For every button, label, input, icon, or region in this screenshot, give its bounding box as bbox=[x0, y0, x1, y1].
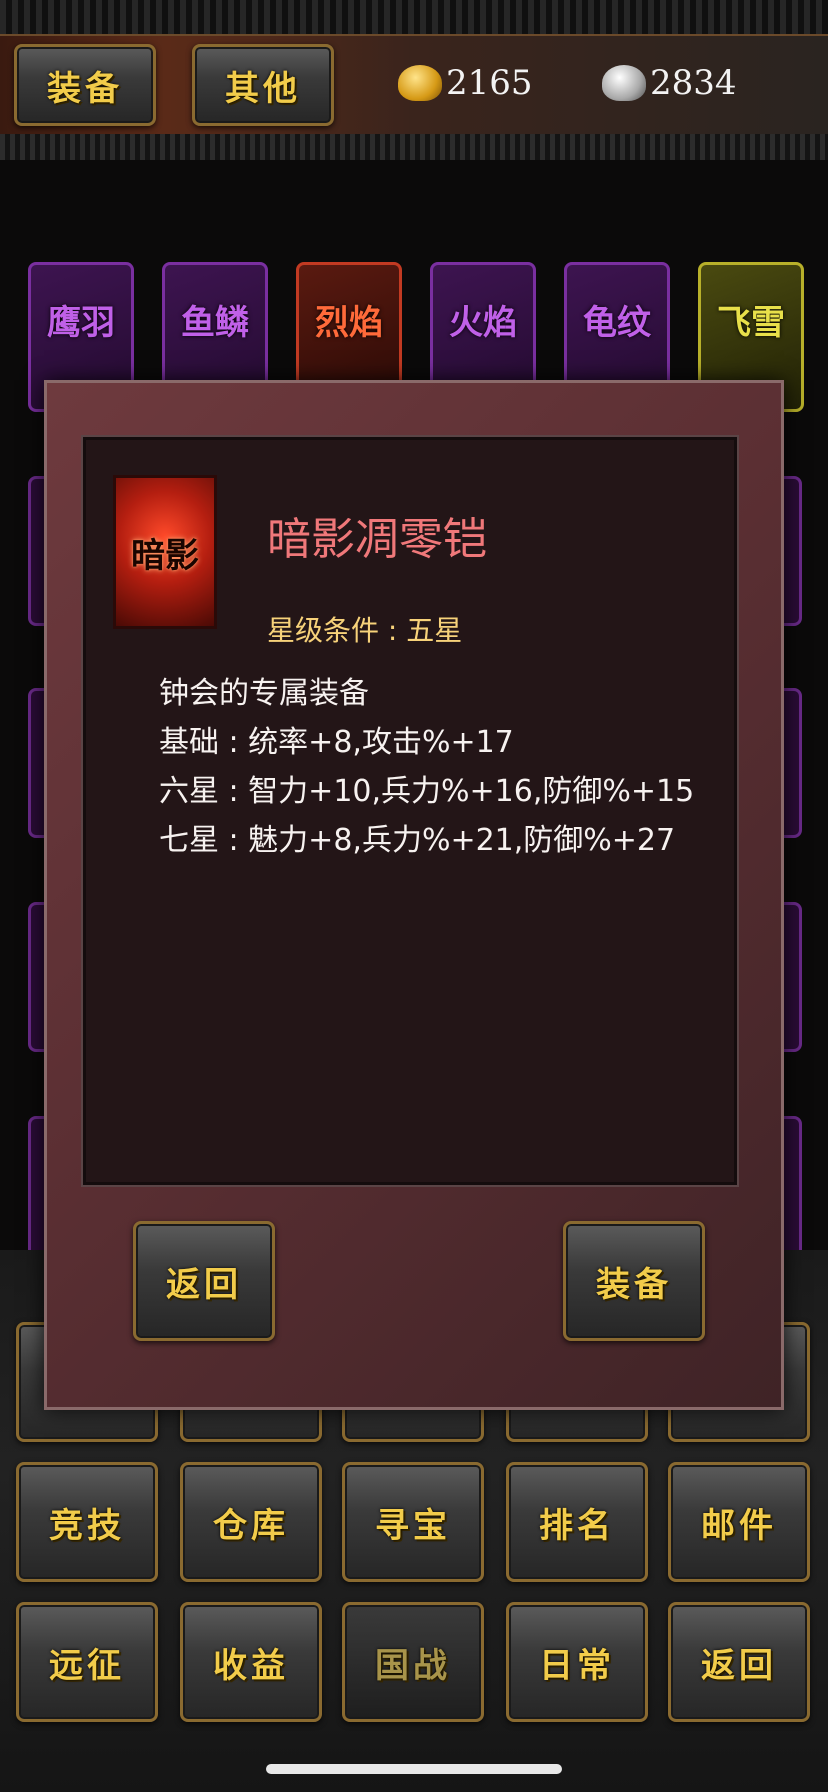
equipment-card-label: 鹰羽 bbox=[47, 303, 115, 343]
description-line: 七星 : 魅力+8,兵力%+21,防御%+27 bbox=[159, 823, 676, 858]
nav-button-national-war[interactable]: 国战 bbox=[342, 1602, 484, 1722]
modal-back-button[interactable]: 返回 bbox=[133, 1221, 275, 1341]
description-line: 钟会的专属装备 bbox=[159, 676, 369, 711]
item-icon-label: 暗影 bbox=[131, 535, 199, 576]
description-line: 六星 : 智力+10,兵力%+16,防御%+15 bbox=[159, 774, 695, 809]
nav-button-daily[interactable]: 日常 bbox=[506, 1602, 648, 1722]
top-decor-strip bbox=[0, 0, 828, 34]
star-requirement: 星级条件 : 五星 bbox=[267, 614, 463, 647]
armor-item-icon: 暗影 bbox=[113, 475, 217, 629]
nav-button-expedition[interactable]: 远征 bbox=[16, 1602, 158, 1722]
tab-equipment[interactable]: 装备 bbox=[14, 44, 156, 126]
equipment-card-label: 龟纹 bbox=[583, 303, 651, 343]
gold-ingot-icon bbox=[398, 65, 442, 101]
nav-button-treasure-hunt[interactable]: 寻宝 bbox=[342, 1462, 484, 1582]
silver-amount: 2834 bbox=[650, 63, 737, 103]
modal-equip-button[interactable]: 装备 bbox=[563, 1221, 705, 1341]
nav-button-back[interactable]: 返回 bbox=[668, 1602, 810, 1722]
nav-button-income[interactable]: 收益 bbox=[180, 1602, 322, 1722]
equipment-card-label: 鱼鳞 bbox=[181, 303, 249, 343]
nav-button-ranking[interactable]: 排名 bbox=[506, 1462, 648, 1582]
gold-currency: 2165 bbox=[398, 60, 533, 106]
description-line: 基础 : 统率+8,攻击%+17 bbox=[159, 725, 514, 760]
gold-amount: 2165 bbox=[446, 63, 533, 103]
item-detail-panel: 暗影 暗影凋零铠 星级条件 : 五星 钟会的专属装备 基础 : 统率+8,攻击%… bbox=[81, 435, 739, 1187]
item-name: 暗影凋零铠 bbox=[267, 514, 487, 565]
home-indicator[interactable] bbox=[266, 1764, 562, 1774]
item-detail-modal: 暗影 暗影凋零铠 星级条件 : 五星 钟会的专属装备 基础 : 统率+8,攻击%… bbox=[44, 380, 784, 1410]
item-description: 钟会的专属装备 基础 : 统率+8,攻击%+17 六星 : 智力+10,兵力%+… bbox=[159, 669, 719, 865]
nav-button-warehouse[interactable]: 仓库 bbox=[180, 1462, 322, 1582]
silver-ingot-icon bbox=[602, 65, 646, 101]
top-decor-strip-lower bbox=[0, 134, 828, 160]
nav-button-arena[interactable]: 竞技 bbox=[16, 1462, 158, 1582]
equipment-card-label: 火焰 bbox=[449, 303, 517, 343]
equipment-card-label: 飞雪 bbox=[717, 303, 785, 343]
equipment-card-label: 烈焰 bbox=[315, 303, 383, 343]
silver-currency: 2834 bbox=[602, 60, 737, 106]
tab-other[interactable]: 其他 bbox=[192, 44, 334, 126]
nav-button-mail[interactable]: 邮件 bbox=[668, 1462, 810, 1582]
